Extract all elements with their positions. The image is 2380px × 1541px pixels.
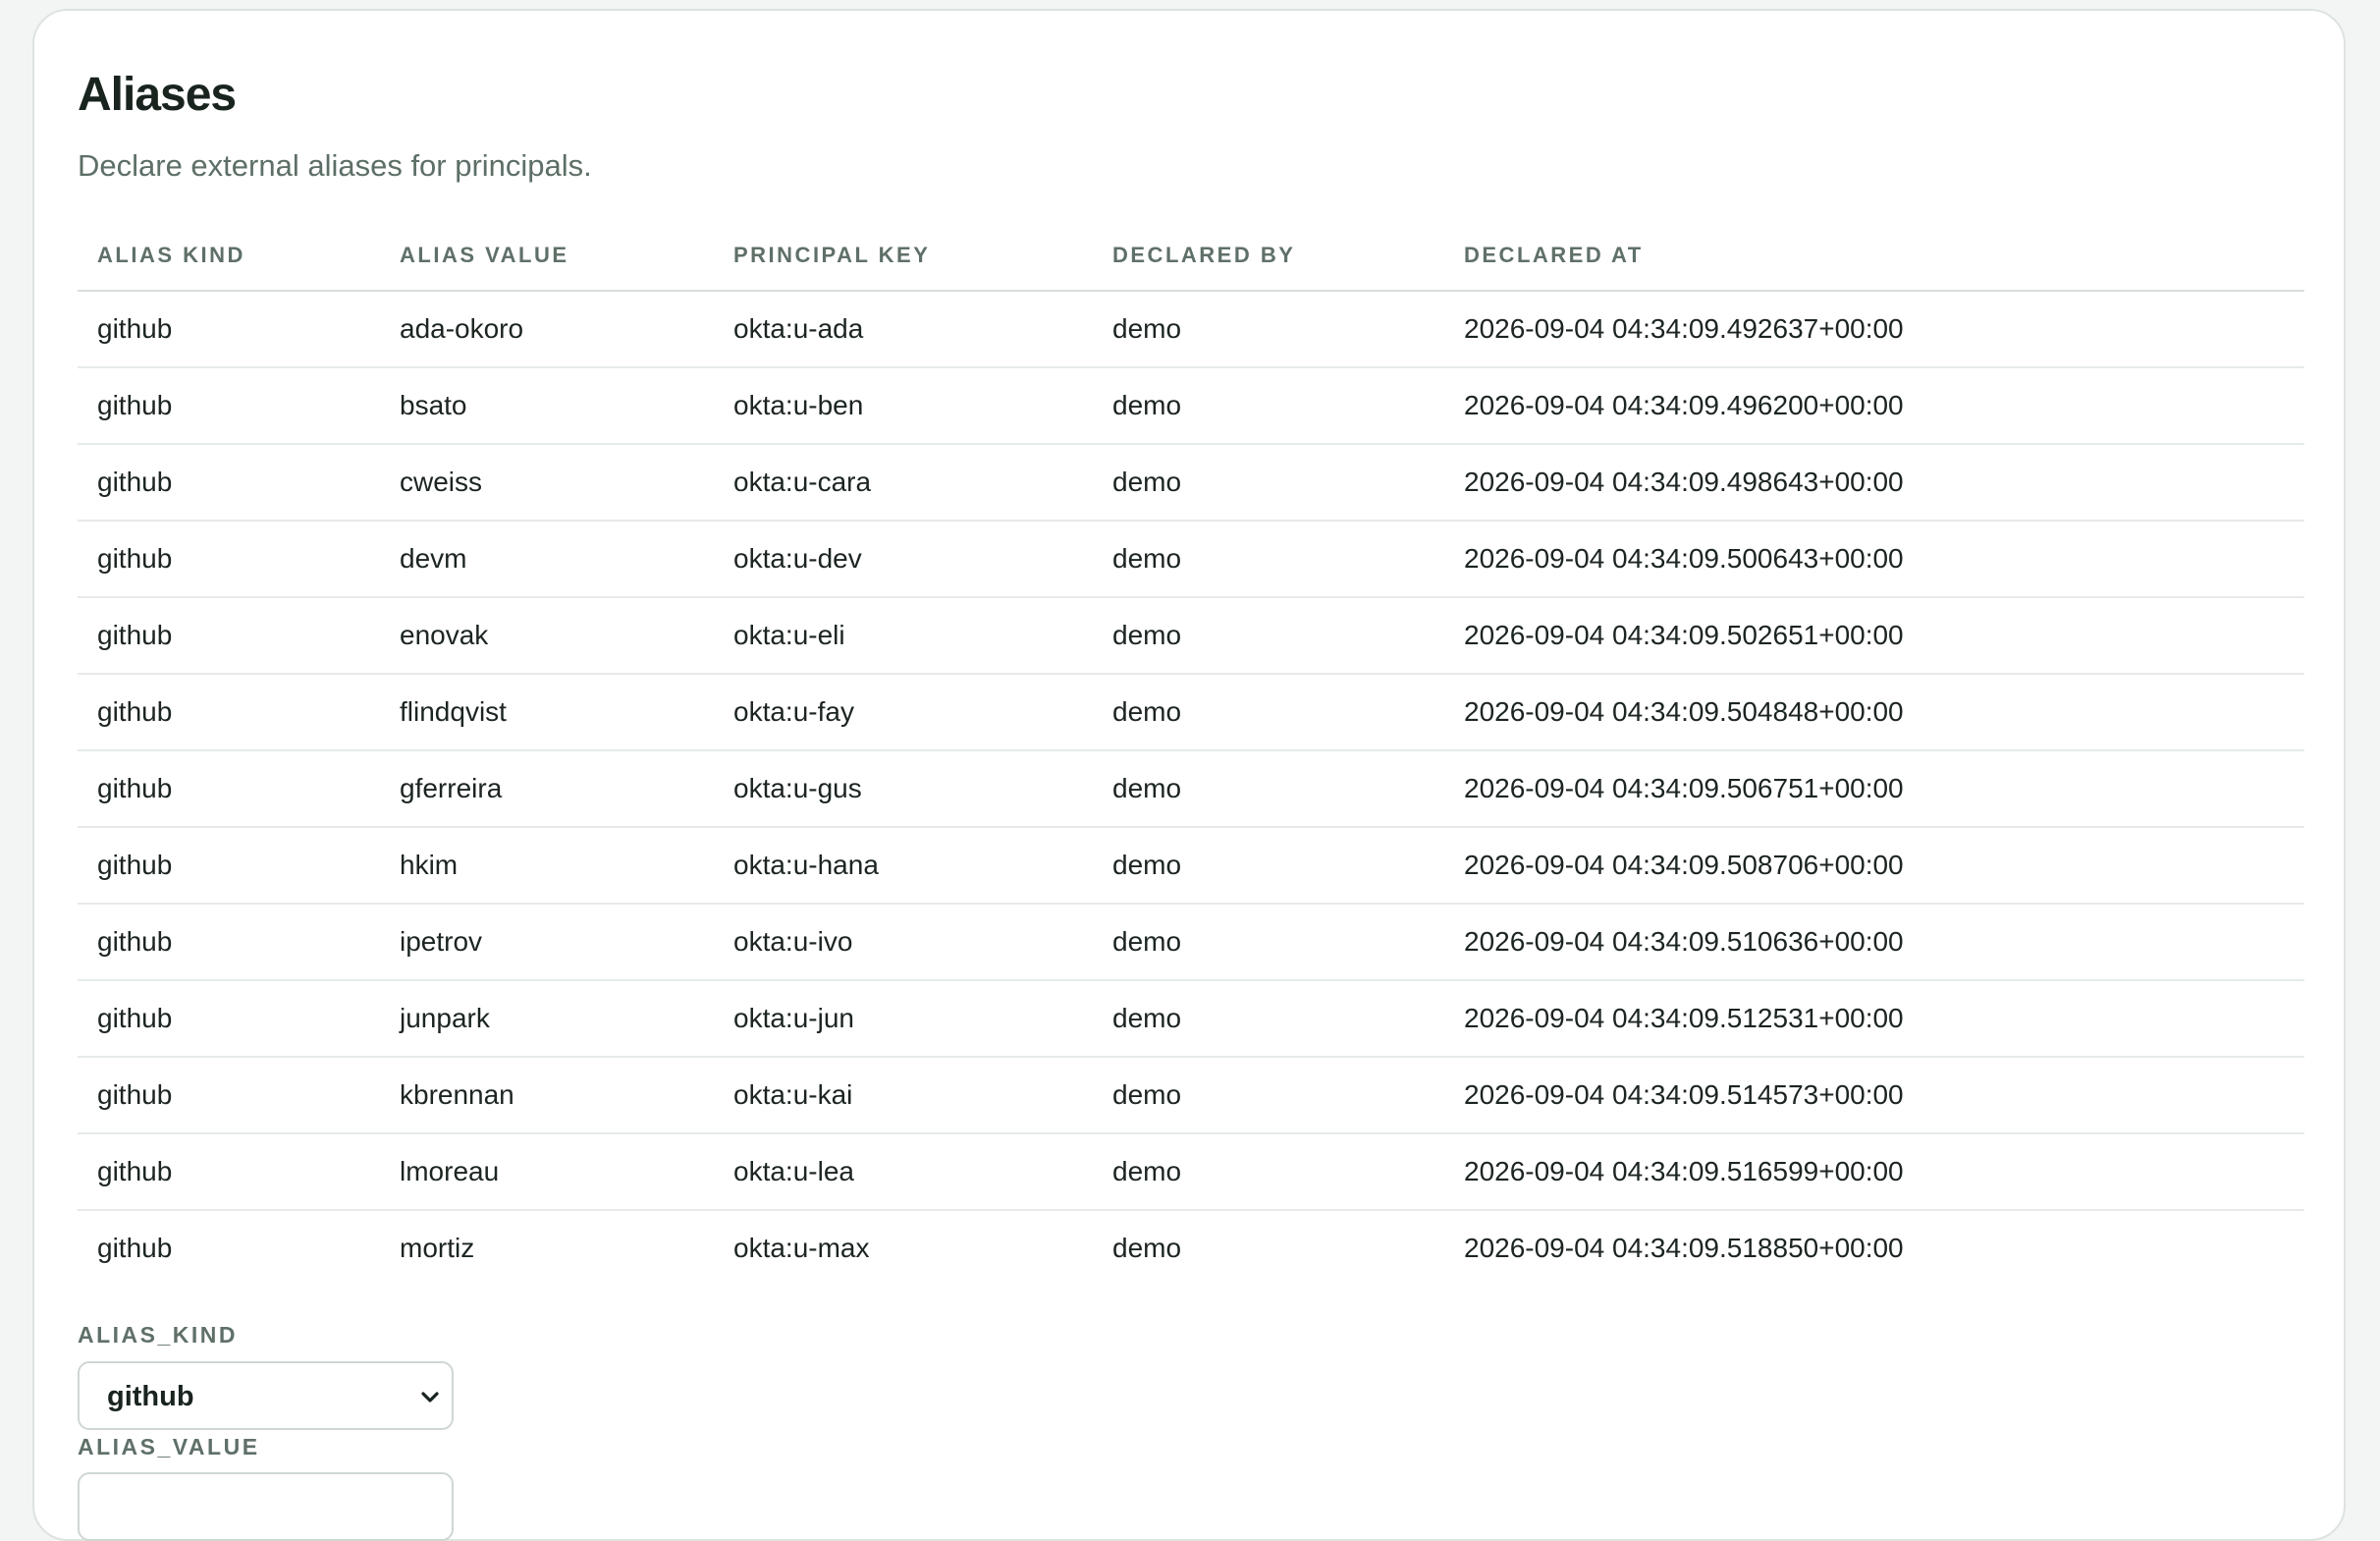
declared-by-cell: demo bbox=[1093, 904, 1444, 981]
declared-by-cell: demo bbox=[1093, 827, 1444, 905]
page-title: Aliases bbox=[78, 69, 237, 121]
principal-key-cell: okta:u-cara bbox=[714, 444, 1093, 522]
alias-value-cell: lmoreau bbox=[380, 1133, 714, 1211]
declared-by-cell: demo bbox=[1093, 521, 1444, 598]
declared-by-cell: demo bbox=[1093, 291, 1444, 368]
table-row[interactable]: github ada-okoro okta:u-ada demo 2026-09-04 … bbox=[78, 291, 2304, 368]
declared-by-cell: demo bbox=[1093, 1057, 1444, 1134]
aliases-table-header: Alias Kind Alias Value Principal Key Dec… bbox=[78, 221, 2304, 292]
table-row[interactable]: github lmoreau okta:u-lea demo 2026-09-04 04… bbox=[78, 1133, 2304, 1211]
table-row[interactable]: github ipetrov okta:u-ivo demo 2026-09-04 04… bbox=[78, 904, 2304, 981]
alias-value-label: ALIAS_VALUE bbox=[78, 1434, 260, 1459]
declared-at-cell: 2026-09-04 04:34:09.498643+00:00 bbox=[1444, 444, 2304, 522]
column-header-principal-key[interactable]: Principal Key bbox=[714, 221, 1093, 292]
alias-kind-cell: github bbox=[78, 521, 380, 598]
table-row[interactable]: github cweiss okta:u-cara demo 2026-09-04 04… bbox=[78, 444, 2304, 522]
table-row[interactable]: github flindqvist okta:u-fay demo 2026-09-04… bbox=[78, 674, 2304, 751]
column-header-declared-by[interactable]: Declared By bbox=[1093, 221, 1444, 292]
table-row[interactable]: github bsato okta:u-ben demo 2026-09-04 04:3… bbox=[78, 367, 2304, 445]
alias-value-cell: flindqvist bbox=[380, 674, 714, 751]
column-header-declared-at[interactable]: Declared At bbox=[1444, 221, 2304, 292]
declared-by-cell: demo bbox=[1093, 980, 1444, 1058]
alias-kind-cell: github bbox=[78, 367, 380, 445]
table-row[interactable]: github gferreira okta:u-gus demo 2026-09-04 … bbox=[78, 750, 2304, 828]
alias-value-cell: junpark bbox=[380, 980, 714, 1058]
declared-by-cell: demo bbox=[1112, 1233, 1182, 1263]
alias-value-cell: enovak bbox=[380, 597, 714, 675]
alias-value-cell: cweiss bbox=[380, 444, 714, 522]
declared-at-cell: 2026-09-04 04:34:09.518850+00:00 bbox=[1464, 1233, 1904, 1263]
principal-key-cell: okta:u-dev bbox=[714, 521, 1093, 598]
alias-value-cell: hkim bbox=[380, 827, 714, 905]
alias-kind-cell: github bbox=[78, 904, 380, 981]
declared-by-cell: demo bbox=[1093, 367, 1444, 445]
declared-at-cell: 2026-09-04 04:34:09.496200+00:00 bbox=[1444, 367, 2304, 445]
header-row: Alias Kind Alias Value Principal Key Dec… bbox=[78, 221, 2304, 292]
alias-kind-cell: github bbox=[78, 827, 380, 905]
alias-kind-cell: github bbox=[78, 1133, 380, 1211]
declared-by-cell: demo bbox=[1093, 444, 1444, 522]
principal-key-cell: okta:u-eli bbox=[714, 597, 1093, 675]
alias-value-cell: kbrennan bbox=[380, 1057, 714, 1134]
principal-key-cell: okta:u-ben bbox=[714, 367, 1093, 445]
declared-at-cell: 2026-09-04 04:34:09.514573+00:00 bbox=[1444, 1057, 2304, 1134]
declared-by-cell: demo bbox=[1093, 1133, 1444, 1211]
alias-value-cell: bsato bbox=[380, 367, 714, 445]
column-header-alias-kind[interactable]: Alias Kind bbox=[78, 221, 380, 292]
declared-at-cell: 2026-09-04 04:34:09.508706+00:00 bbox=[1444, 827, 2304, 905]
alias-kind-cell: github bbox=[78, 444, 380, 522]
declared-at-cell: 2026-09-04 04:34:09.504848+00:00 bbox=[1444, 674, 2304, 751]
principal-key-cell: okta:u-gus bbox=[714, 750, 1093, 828]
declared-by-cell: demo bbox=[1093, 750, 1444, 828]
declared-at-cell: 2026-09-04 04:34:09.506751+00:00 bbox=[1444, 750, 2304, 828]
declared-at-cell: 2026-09-04 04:34:09.512531+00:00 bbox=[1444, 980, 2304, 1058]
table-row[interactable]: github mortiz okta:u-max demo 2026-09-04 04:… bbox=[78, 1210, 2304, 1286]
column-header-alias-value[interactable]: Alias Value bbox=[380, 221, 714, 292]
principal-key-cell: okta:u-hana bbox=[714, 827, 1093, 905]
table-row[interactable]: github enovak okta:u-eli demo 2026-09-04 04:… bbox=[78, 597, 2304, 675]
page-subtitle: Declare external aliases for principals. bbox=[78, 148, 592, 183]
declared-at-cell: 2026-09-04 04:34:09.516599+00:00 bbox=[1444, 1133, 2304, 1211]
chevron-down-icon bbox=[421, 1392, 439, 1403]
principal-key-cell: okta:u-ada bbox=[714, 291, 1093, 368]
table-row[interactable]: github junpark okta:u-jun demo 2026-09-04 04… bbox=[78, 980, 2304, 1058]
declared-at-cell: 2026-09-04 04:34:09.492637+00:00 bbox=[1444, 291, 2304, 368]
principal-key-cell: okta:u-ivo bbox=[714, 904, 1093, 981]
alias-value-cell: ada-okoro bbox=[380, 291, 714, 368]
declared-at-cell: 2026-09-04 04:34:09.500643+00:00 bbox=[1444, 521, 2304, 598]
principal-key-cell: okta:u-kai bbox=[714, 1057, 1093, 1134]
alias-kind-cell: github bbox=[78, 597, 380, 675]
alias-kind-cell: github bbox=[97, 1233, 173, 1263]
declared-at-cell: 2026-09-04 04:34:09.510636+00:00 bbox=[1444, 904, 2304, 981]
alias-kind-cell: github bbox=[78, 750, 380, 828]
aliases-table: Alias Kind Alias Value Principal Key Dec… bbox=[78, 221, 2304, 1286]
alias-kind-selected-value: github bbox=[107, 1381, 194, 1412]
aliases-table-body: github ada-okoro okta:u-ada demo 2026-09-04 … bbox=[78, 291, 2304, 1286]
alias-value-cell: gferreira bbox=[380, 750, 714, 828]
alias-value-cell: ipetrov bbox=[380, 904, 714, 981]
alias-kind-cell: github bbox=[78, 674, 380, 751]
table-row[interactable]: github hkim okta:u-hana demo 2026-09-04 04:3… bbox=[78, 827, 2304, 905]
alias-value-cell: devm bbox=[380, 521, 714, 598]
alias-kind-cell: github bbox=[78, 1057, 380, 1134]
alias-kind-cell: github bbox=[78, 291, 380, 368]
principal-key-cell: okta:u-max bbox=[733, 1233, 870, 1263]
declared-by-cell: demo bbox=[1093, 597, 1444, 675]
declared-at-cell: 2026-09-04 04:34:09.502651+00:00 bbox=[1444, 597, 2304, 675]
alias-kind-label: ALIAS_KIND bbox=[78, 1322, 239, 1348]
alias-kind-cell: github bbox=[78, 980, 380, 1058]
principal-key-cell: okta:u-jun bbox=[714, 980, 1093, 1058]
alias-kind-select[interactable]: github bbox=[78, 1361, 454, 1430]
table-row[interactable]: github kbrennan okta:u-kai demo 2026-09-04 0… bbox=[78, 1057, 2304, 1134]
principal-key-cell: okta:u-fay bbox=[714, 674, 1093, 751]
principal-key-cell: okta:u-lea bbox=[714, 1133, 1093, 1211]
alias-value-input[interactable] bbox=[78, 1472, 454, 1541]
alias-value-cell: mortiz bbox=[400, 1233, 475, 1263]
table-row[interactable]: github devm okta:u-dev demo 2026-09-04 04:34… bbox=[78, 521, 2304, 598]
aliases-panel: Aliases Declare external aliases for pri… bbox=[32, 9, 2346, 1541]
declared-by-cell: demo bbox=[1093, 674, 1444, 751]
